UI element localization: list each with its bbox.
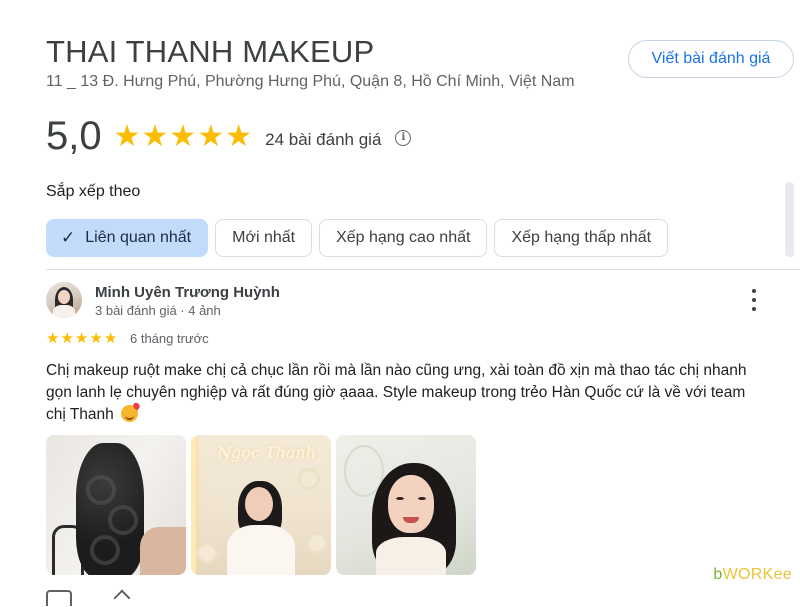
divider bbox=[46, 269, 800, 270]
reviewer-avatar[interactable] bbox=[46, 282, 82, 318]
star-icon: ★ bbox=[169, 119, 197, 153]
reviewer-meta: 3 bài đánh giá · 4 ảnh bbox=[95, 303, 221, 318]
star-icon: ★ bbox=[197, 119, 225, 153]
sort-chip-label: Xếp hạng thấp nhất bbox=[511, 229, 652, 246]
reviewer-name[interactable]: Minh Uyên Trương Huỳnh bbox=[95, 284, 280, 301]
star-icon: ★ bbox=[225, 119, 253, 153]
share-icon[interactable] bbox=[113, 589, 131, 607]
scrollbar[interactable] bbox=[785, 182, 794, 257]
sort-chip-lowest[interactable]: Xếp hạng thấp nhất bbox=[494, 219, 669, 257]
sort-chip-relevant[interactable]: ✓ Liên quan nhất bbox=[46, 219, 209, 257]
sort-chip-label: Mới nhất bbox=[232, 229, 296, 246]
sort-label: Sắp xếp theo bbox=[46, 183, 141, 200]
review-count: 24 bài đánh giá bbox=[265, 129, 382, 149]
write-review-button[interactable]: Viết bài đánh giá bbox=[628, 40, 794, 78]
review-photo-bride[interactable]: Ngọc Thanh bbox=[191, 435, 331, 575]
smiling-face-with-hearts-icon bbox=[121, 405, 139, 422]
place-title: THAI THANH MAKEUP bbox=[46, 34, 375, 69]
review-photo-portrait[interactable] bbox=[336, 435, 476, 575]
rating-summary: 5,0 ★ ★ ★ ★ ★ 24 bài đánh giá i bbox=[46, 114, 412, 159]
sort-chip-newest[interactable]: Mới nhất bbox=[215, 219, 313, 257]
star-icon: ★ bbox=[60, 330, 74, 347]
star-icon: ★ bbox=[89, 330, 103, 347]
more-options-icon[interactable] bbox=[748, 289, 760, 311]
rating-stars: ★ ★ ★ ★ ★ bbox=[113, 119, 254, 153]
sort-chip-label: Xếp hạng cao nhất bbox=[336, 229, 471, 246]
place-address: 11 _ 13 Đ. Hưng Phú, Phường Hưng Phú, Qu… bbox=[46, 73, 575, 90]
check-icon: ✓ bbox=[61, 228, 76, 247]
review-time: 6 tháng trước bbox=[130, 331, 209, 346]
sort-chip-highest[interactable]: Xếp hạng cao nhất bbox=[319, 219, 488, 257]
star-icon: ★ bbox=[74, 330, 89, 347]
star-icon: ★ bbox=[113, 119, 141, 153]
sort-chip-label: Liên quan nhất bbox=[85, 229, 192, 246]
review-text: Chị makeup ruột make chị cả chục lần rồi… bbox=[46, 362, 747, 423]
info-icon[interactable]: i bbox=[395, 129, 412, 146]
review-stars: ★ ★ ★ ★ ★ bbox=[46, 331, 118, 346]
watermark-logo: bWORKee bbox=[713, 566, 792, 583]
thumbs-up-icon[interactable] bbox=[46, 590, 72, 606]
star-icon: ★ bbox=[141, 119, 169, 153]
review-text-block: Chị makeup ruột make chị cả chục lần rồi… bbox=[46, 360, 766, 426]
sort-chips: ✓ Liên quan nhất Mới nhất Xếp hạng cao n… bbox=[46, 219, 675, 257]
neon-sign-text: Ngọc Thanh bbox=[217, 443, 317, 462]
rating-value: 5,0 bbox=[46, 114, 102, 158]
star-icon: ★ bbox=[46, 330, 60, 347]
review-photo-hair[interactable] bbox=[46, 435, 186, 575]
star-icon: ★ bbox=[103, 330, 118, 347]
